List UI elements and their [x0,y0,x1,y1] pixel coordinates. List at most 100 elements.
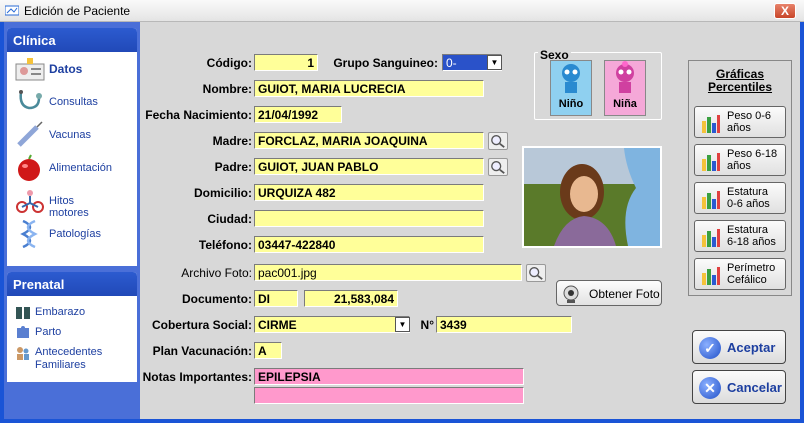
id-card-icon [15,58,45,81]
sidebar-item-label: Vacunas [49,129,91,141]
cobertura-social-select[interactable]: CIRME [254,316,410,333]
grafica-peso-0-6-button[interactable]: Peso 0-6 años [694,106,786,138]
notas-label: Notas Importantes: [142,370,252,384]
codigo-field[interactable]: 1 [254,54,318,71]
aceptar-label: Aceptar [727,340,776,355]
window-title: Edición de Paciente [24,4,131,18]
puzzle-icon [17,326,29,338]
domicilio-field[interactable]: URQUIZA 482 [254,184,484,201]
girl-icon [616,61,634,93]
documento-label: Documento: [182,292,252,306]
check-icon: ✓ [699,337,721,359]
sidebar-item-label: Datos [49,62,83,76]
search-foto-icon[interactable] [526,264,546,282]
telefono-field[interactable]: 03447-422840 [254,236,484,253]
grafica-perimetro-cefalico-button[interactable]: Perímetro Cefálico [694,258,786,290]
domicilio-label: Domicilio: [193,186,252,200]
padre-field[interactable]: GUIOT, JUAN PABLO [254,158,484,175]
grafica-peso-6-18-button[interactable]: Peso 6-18 años [694,144,786,176]
prenatal-header[interactable]: Prenatal [7,272,137,296]
sidebar-item-label: Hitos motores [49,195,89,219]
cancel-x-icon: ✕ [699,377,721,399]
grafica-label: Estatura 0-6 años [727,186,770,210]
plan-vacunacion-field[interactable]: A [254,342,282,359]
fecha-nacimiento-label: Fecha Nacimiento: [145,108,252,122]
prenatal-panel: Prenatal Embarazo Parto Antecedentes Fam… [7,272,137,382]
cancelar-label: Cancelar [727,380,782,395]
telefono-label: Teléfono: [198,238,252,252]
tricycle-icon [16,190,44,213]
dna-icon [20,220,38,248]
sidebar-item-label: Consultas [49,96,98,108]
sidebar-item-label: Alimentación [49,162,112,174]
grafica-label: Peso 0-6 años [727,110,772,134]
right-panel: Gráficas Percentiles Peso 0-6 años Peso 6… [684,22,800,419]
sexo-nino-label: Niño [558,98,584,110]
close-button[interactable]: X [774,3,796,19]
clinica-panel: Clínica Datos Consultas Vacunas Alimenta… [7,28,137,266]
bar-chart-icon [702,153,720,171]
archivo-foto-field[interactable]: pac001.jpg [254,264,522,281]
madre-label: Madre: [212,134,252,148]
boy-icon [562,64,580,93]
fecha-nacimiento-field[interactable]: 21/04/1992 [254,106,342,123]
cobertura-numero-field[interactable]: 3439 [436,316,572,333]
app-icon [5,5,19,16]
graficas-title-line2: Percentiles [707,80,773,94]
sexo-nino-button[interactable]: Niño [550,60,592,116]
codigo-label: Código: [206,56,252,70]
patient-form: Código: 1 Grupo Sanguineo: 0- ▼ Nombre: … [142,26,682,410]
patient-photo [522,146,662,248]
cancelar-button[interactable]: ✕ Cancelar [692,370,786,404]
plan-vacunacion-label: Plan Vacunación: [152,344,252,358]
grafica-label: Estatura 6-18 años [727,224,776,248]
obtener-foto-label: Obtener Foto [589,287,660,301]
cobertura-numero-label: N° [420,318,434,332]
client-area: Clínica Datos Consultas Vacunas Alimenta… [4,22,800,419]
bar-chart-icon [702,191,720,209]
syringe-icon [17,121,43,147]
grafica-label: Peso 6-18 años [727,148,778,172]
grafica-estatura-0-6-button[interactable]: Estatura 0-6 años [694,182,786,214]
photo-image [524,148,660,246]
documento-numero-field[interactable]: 21,583,084 [304,290,398,307]
sexo-nina-button[interactable]: Niña [604,60,646,116]
sidebar-item-label: Embarazo [35,306,86,318]
title-bar[interactable]: Edición de Paciente X [0,0,804,22]
sidebar-item-label: Antecedentes Familiares [35,346,103,371]
webcam-icon [563,285,579,303]
sexo-nina-label: Niña [613,98,637,110]
ciudad-field[interactable] [254,210,484,227]
clinica-header[interactable]: Clínica [7,28,137,52]
cobertura-social-label: Cobertura Social: [151,318,252,332]
nombre-field[interactable]: GUIOT, MARIA LUCRECIA [254,80,484,97]
sidebar-item-label: Parto [35,326,62,338]
obtener-foto-button[interactable]: Obtener Foto [556,280,662,306]
graficas-title: Gráficas Percentiles [688,68,792,94]
aceptar-button[interactable]: ✓ Aceptar [692,330,786,364]
padre-label: Padre: [214,160,252,174]
documento-tipo-field[interactable]: DI [254,290,298,307]
notas-line2-field[interactable] [254,387,524,404]
bar-chart-icon [702,115,720,133]
nombre-label: Nombre: [202,82,252,96]
bar-chart-icon [702,267,720,285]
chevron-down-icon[interactable]: ▼ [395,317,410,332]
family-icon [17,347,29,360]
notas-line1-field[interactable]: EPILEPSIA [254,368,524,385]
chevron-down-icon[interactable]: ▼ [487,55,502,70]
patient-edit-window: Edición de Paciente X Clínica Datos Cons… [0,0,804,423]
sidebar-item-label: Patologías [49,228,101,240]
stethoscope-icon [19,90,42,110]
search-padre-icon[interactable] [488,158,508,176]
grupo-sanguineo-label: Grupo Sanguineo: [333,56,438,70]
sidebar: Clínica Datos Consultas Vacunas Alimenta… [4,22,140,419]
madre-field[interactable]: FORCLAZ, MARIA JOAQUINA [254,132,484,149]
apple-icon [18,154,40,181]
archivo-foto-label: Archivo Foto: [181,266,252,280]
grafica-label: Perímetro Cefálico [727,262,776,286]
grafica-estatura-6-18-button[interactable]: Estatura 6-18 años [694,220,786,252]
book-icon [16,307,30,319]
search-madre-icon[interactable] [488,132,508,150]
ciudad-label: Ciudad: [207,212,252,226]
